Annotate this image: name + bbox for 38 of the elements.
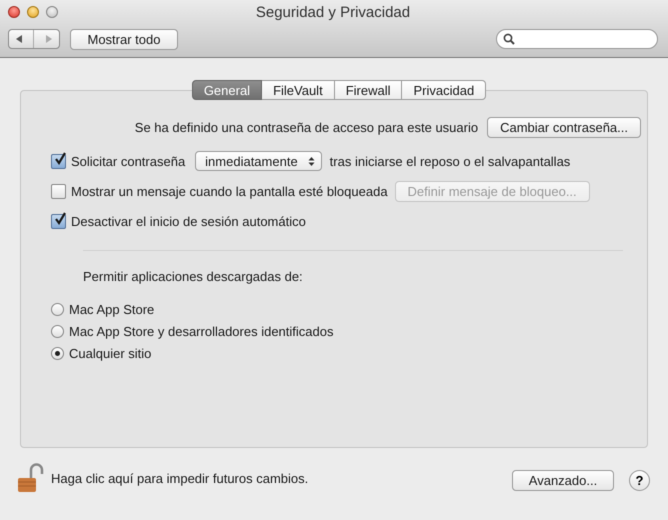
radio-button[interactable] <box>51 346 64 360</box>
back-forward-control[interactable] <box>8 29 60 49</box>
delay-dropdown[interactable]: inmediatamente <box>195 151 322 171</box>
advanced-button[interactable]: Avanzado... <box>512 470 614 490</box>
tab[interactable]: General <box>192 80 262 100</box>
zoom-button[interactable] <box>46 6 58 18</box>
radio-label[interactable]: Mac App Store y desarrolladores identificados <box>69 324 334 338</box>
padlock-icon[interactable] <box>15 462 45 494</box>
search-field[interactable] <box>496 29 658 49</box>
radio-button[interactable] <box>51 302 64 316</box>
lock-hint-text: Haga clic aquí para impedir futuros cambios. <box>51 470 308 486</box>
option-text: tras iniciarse el reposo o el salvapantallas <box>330 154 570 168</box>
minimize-button[interactable] <box>27 6 39 18</box>
checkbox-label[interactable]: Desactivar el inicio de sesión automático <box>71 214 306 228</box>
tab[interactable]: Firewall <box>334 80 402 100</box>
search-icon <box>503 33 515 45</box>
checkmark-icon <box>53 212 67 226</box>
radio-label[interactable]: Cualquier sitio <box>69 346 152 360</box>
tab[interactable]: FileVault <box>262 80 335 100</box>
checkbox[interactable] <box>51 184 66 198</box>
password-status-text: Se ha definido una contraseña de acceso para este usuario <box>134 120 478 135</box>
help-button[interactable]: ? <box>629 470 650 490</box>
change-password-button[interactable]: Cambiar contraseña... <box>487 117 641 138</box>
checkbox[interactable] <box>51 154 66 168</box>
stepper-arrows-icon <box>308 156 315 166</box>
checkbox-label[interactable]: Mostrar un mensaje cuando la pantalla esté bloqueada <box>71 184 388 198</box>
section-label: Permitir aplicaciones descargadas de: <box>83 269 304 284</box>
show-all-button[interactable]: Mostrar todo <box>70 28 178 50</box>
forward-arrow-icon[interactable] <box>44 34 54 44</box>
checkmark-icon <box>53 152 67 166</box>
checkbox[interactable] <box>51 214 66 228</box>
close-button[interactable] <box>8 6 20 18</box>
tab[interactable]: Privacidad <box>402 80 486 100</box>
window-title: Seguridad y Privacidad <box>254 4 412 20</box>
radio-button[interactable] <box>51 324 64 338</box>
checkbox-label[interactable]: Solicitar contraseña <box>71 154 186 168</box>
back-arrow-icon[interactable] <box>14 34 24 44</box>
radio-label[interactable]: Mac App Store <box>69 302 154 316</box>
